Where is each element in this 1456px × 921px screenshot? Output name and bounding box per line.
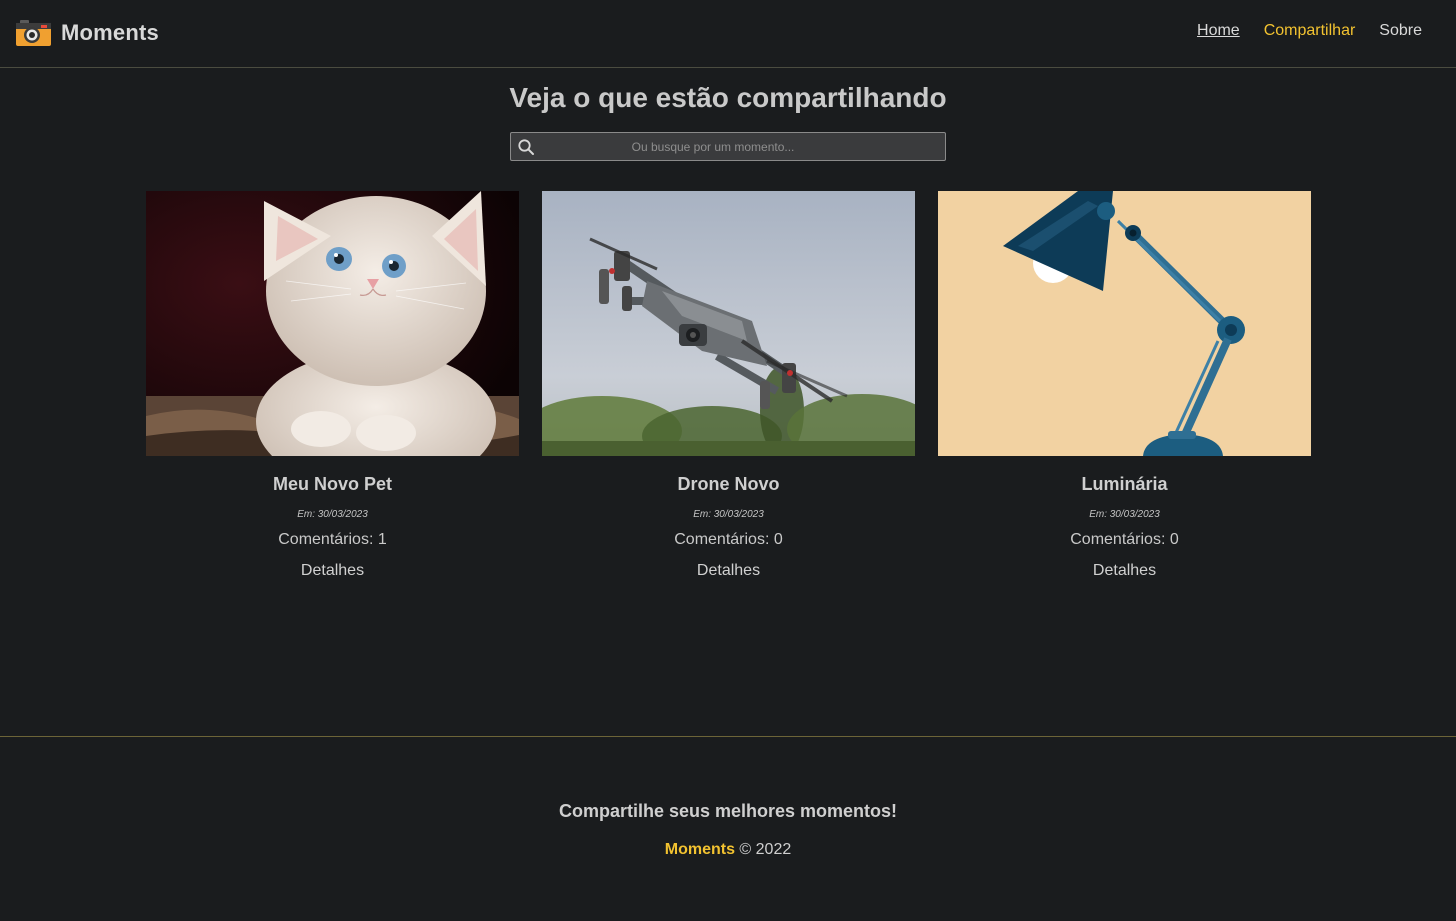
moment-date: Em: 30/03/2023 (297, 509, 368, 520)
search-icon (518, 139, 534, 155)
moment-comments: Comentários: 1 (278, 531, 387, 548)
site-header: Moments Home Compartilhar Sobre (0, 0, 1456, 68)
moment-image-drone[interactable] (542, 191, 915, 456)
camera-icon (16, 20, 51, 46)
moment-title: Drone Novo (677, 474, 780, 494)
moment-date: Em: 30/03/2023 (693, 509, 764, 520)
moment-card: Meu Novo Pet Em: 30/03/2023 Comentários:… (146, 191, 519, 580)
details-link[interactable]: Detalhes (697, 562, 760, 580)
brand-name: Moments (61, 20, 159, 45)
details-link[interactable]: Detalhes (301, 562, 364, 580)
nav-share[interactable]: Compartilhar (1264, 22, 1356, 40)
moments-grid: Meu Novo Pet Em: 30/03/2023 Comentários:… (146, 191, 1311, 580)
moment-card: Drone Novo Em: 30/03/2023 Comentários: 0… (542, 191, 915, 580)
page-title: Veja o que estão compartilhando (509, 82, 947, 113)
copyright-text: © 2022 (739, 841, 792, 858)
footer-tagline: Compartilhe seus melhores momentos! (558, 801, 898, 821)
moment-comments: Comentários: 0 (1070, 531, 1179, 548)
brand-logo-link[interactable]: Moments (16, 19, 159, 47)
search-input[interactable] (541, 133, 945, 160)
nav-about[interactable]: Sobre (1379, 22, 1422, 40)
nav-home[interactable]: Home (1197, 22, 1240, 40)
search-bar (510, 132, 946, 161)
site-footer: Compartilhe seus melhores momentos! Mome… (0, 736, 1456, 921)
footer-brand: Moments (664, 841, 735, 858)
moment-comments: Comentários: 0 (674, 531, 783, 548)
moment-image-kitten[interactable] (146, 191, 519, 456)
moment-card: Luminária Em: 30/03/2023 Comentários: 0 … (938, 191, 1311, 580)
main-nav: Home Compartilhar Sobre (1197, 22, 1422, 40)
moment-title: Luminária (1081, 474, 1168, 494)
moment-date: Em: 30/03/2023 (1089, 509, 1160, 520)
moment-image-lamp[interactable] (938, 191, 1311, 456)
details-link[interactable]: Detalhes (1093, 562, 1156, 580)
footer-copyright: Moments © 2022 (0, 841, 1456, 859)
moment-title: Meu Novo Pet (272, 474, 392, 494)
